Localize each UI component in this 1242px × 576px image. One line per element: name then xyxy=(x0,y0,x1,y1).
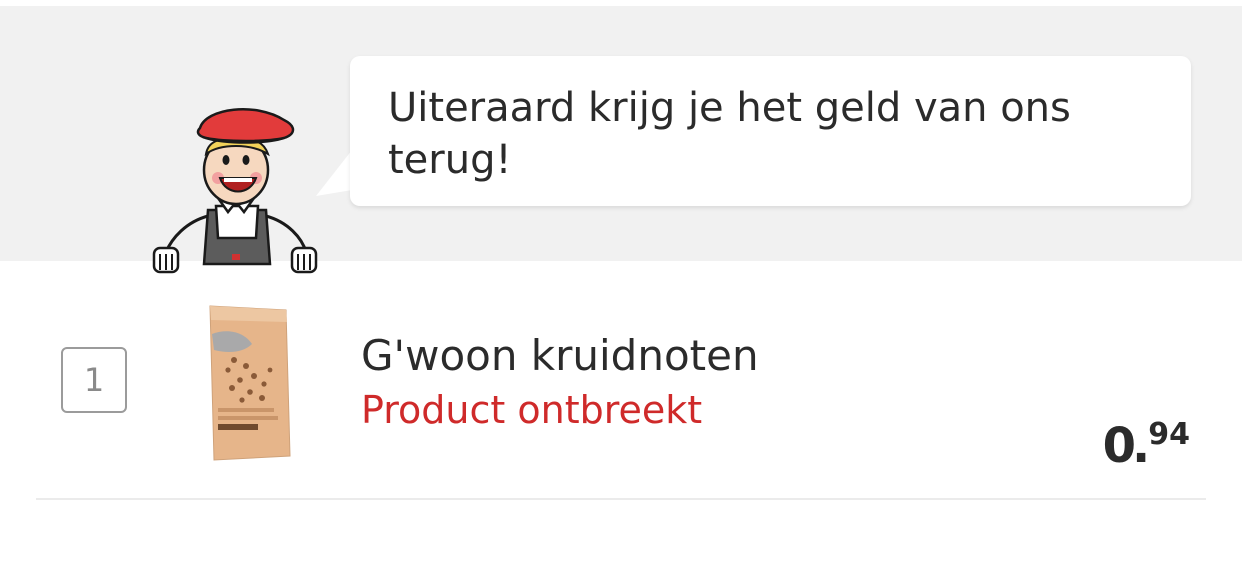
mascot-illustration xyxy=(152,108,318,274)
speech-bubble: Uiteraard krijg je het geld van ons teru… xyxy=(350,56,1191,206)
quantity-box[interactable]: 1 xyxy=(61,347,127,413)
missing-status: Product ontbreekt xyxy=(361,388,703,432)
price-integer: 0 xyxy=(1102,418,1137,474)
row-divider xyxy=(36,498,1206,500)
product-image xyxy=(209,305,291,461)
price-decimals: 94 xyxy=(1148,417,1190,452)
product-name[interactable]: G'woon kruidnoten xyxy=(361,330,759,382)
refund-message: Uiteraard krijg je het geld van ons teru… xyxy=(388,85,1071,183)
price: 0.94 xyxy=(1102,417,1190,478)
